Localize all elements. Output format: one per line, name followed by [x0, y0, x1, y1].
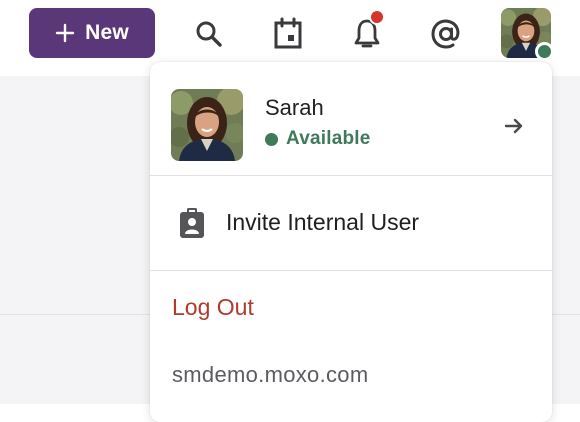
profile-photo [171, 89, 243, 161]
calendar-button[interactable] [268, 12, 308, 56]
profile-name: Sarah [265, 95, 324, 120]
invite-internal-user-item[interactable]: Invite Internal User [150, 176, 552, 270]
plus-icon [55, 23, 75, 43]
mentions-button[interactable] [426, 12, 466, 56]
profile-avatar [171, 89, 243, 161]
calendar-icon [274, 17, 302, 49]
new-button-label: New [85, 21, 129, 44]
log-out-item[interactable]: Log Out [150, 271, 552, 341]
search-button[interactable] [189, 12, 229, 56]
log-out-label: Log Out [172, 294, 254, 320]
new-button[interactable]: New [29, 8, 155, 58]
notification-badge [369, 9, 385, 25]
status-text: Available [286, 128, 371, 149]
org-domain: smdemo.moxo.com [172, 362, 369, 387]
invite-label: Invite Internal User [226, 209, 420, 235]
at-mention-icon [431, 19, 460, 49]
notifications-button[interactable] [347, 9, 387, 56]
arrow-right-icon [504, 118, 523, 134]
status-dot [265, 132, 278, 146]
user-avatar-button[interactable] [501, 8, 554, 61]
profile-menu-item[interactable]: Sarah Available [150, 62, 552, 175]
presence-indicator [535, 42, 554, 61]
user-menu-dropdown: Sarah Available Invite Internal User Log… [150, 62, 552, 422]
contact-badge-icon [180, 208, 204, 238]
search-icon [196, 21, 222, 47]
presence-status: Available [265, 128, 371, 150]
